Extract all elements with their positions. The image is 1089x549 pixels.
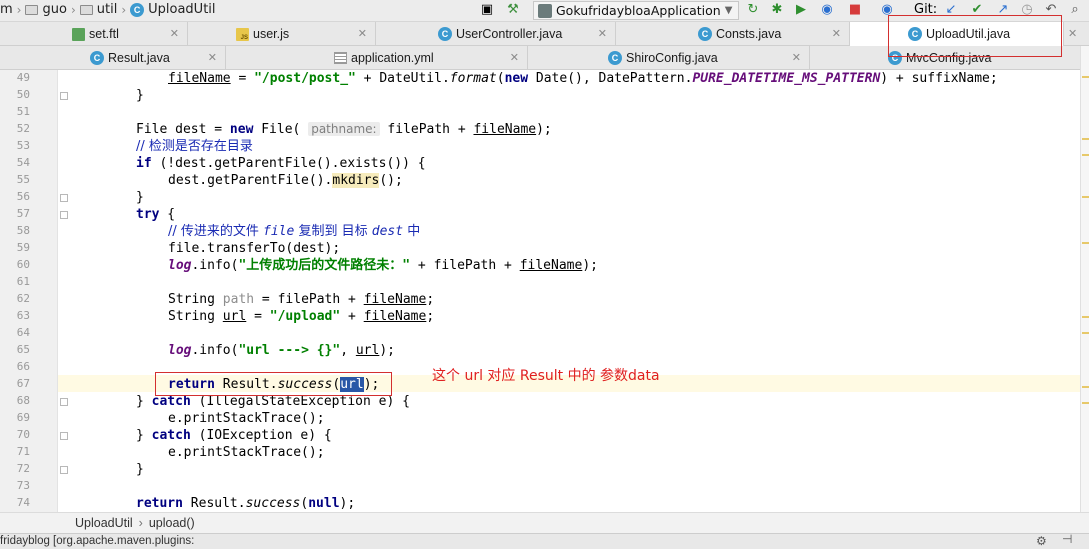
code-line-72: } [136,462,144,477]
breadcrumb-method[interactable]: upload() [149,516,195,530]
class-icon: C [438,27,452,41]
warning-marker[interactable] [1082,76,1089,78]
annotation-note: 这个 url 对应 Result 中的 参数data [432,368,660,384]
code-line-55: dest.getParentFile().mkdirs(); [168,173,403,188]
breadcrumb-class[interactable]: UploadUtil [75,516,133,530]
code-line-70: } catch (IOException e) { [136,428,332,443]
nav-crumb-guo[interactable]: guo [42,2,66,17]
tab-label: ShiroConfig.java [626,51,718,65]
code-line-59: file.transferTo(dest); [168,241,341,256]
ftl-file-icon [72,27,85,41]
chevron-right-icon: › [16,2,22,17]
warning-marker[interactable] [1082,386,1089,388]
nav-breadcrumb: m › guo › util › C UploadUtil [0,2,216,17]
active-tab-highlight-box [888,15,1062,57]
build-hammer-icon[interactable]: ⚒ [506,3,520,17]
warning-marker[interactable] [1082,402,1089,404]
tab-label: Consts.java [716,27,782,41]
folder-icon [79,4,93,15]
run-tool-window-header: fridayblog [org.apache.maven.plugins: ⚙ … [0,533,1089,549]
line-number: 64 [16,326,30,339]
close-icon[interactable]: ✕ [170,27,179,40]
class-icon: C [698,27,712,41]
yml-file-icon [334,52,347,64]
hide-window-icon[interactable]: ⊣ [1062,534,1072,546]
parameter-hint: pathname: [308,122,380,136]
tab-label: application.yml [351,51,434,65]
code-line-60: log.info("上传成功后的文件路径未：" + filePath + fil… [168,258,598,273]
close-icon[interactable]: ✕ [208,51,217,64]
warning-marker[interactable] [1082,154,1089,156]
line-number: 73 [16,479,30,492]
class-icon: C [90,51,104,65]
chevron-right-icon: › [70,2,76,17]
js-file-icon: JS [236,27,249,41]
rerun-icon[interactable]: ↻ [746,3,760,17]
line-number: 66 [16,360,30,373]
gear-icon[interactable]: ⚙ [1036,534,1047,548]
code-line-74: return Result.success(null); [136,496,356,511]
annotation-highlight-box [155,372,392,396]
class-icon: C [608,51,622,65]
code-line-53: // 检测是否存在目录 [136,139,253,154]
run-tool-window-title: fridayblog [org.apache.maven.plugins: [0,535,195,547]
code-line-50: } [136,88,144,103]
line-number: 61 [16,275,30,288]
close-icon[interactable]: ✕ [510,51,519,64]
line-number: 51 [16,105,30,118]
code-line-69: e.printStackTrace(); [168,411,325,426]
code-line-54: if (!dest.getParentFile().exists()) { [136,156,426,171]
code-line-52: File dest = new File( pathname: filePath… [136,122,552,137]
code-line-65: log.info("url ---> {}", url); [168,343,395,358]
code-editor[interactable]: 49 50 51 52 53 54 55 56 57 58 59 60 61 6… [0,70,1080,512]
code-line-62: String path = filePath + fileName; [168,292,435,307]
debug-bug-icon[interactable]: ✱ [770,3,784,17]
tab-set-ftl[interactable]: set.ftl ✕ [0,22,188,46]
tab-user-controller[interactable]: C UserController.java ✕ [376,22,616,46]
nav-crumb-util[interactable]: util [97,2,118,17]
code-line-71: e.printStackTrace(); [168,445,325,460]
tab-result[interactable]: C Result.java ✕ [0,46,226,70]
close-icon[interactable]: ✕ [1068,27,1077,40]
error-stripe[interactable] [1080,46,1089,512]
chevron-down-icon: ▼ [724,5,733,16]
spring-boot-icon [538,3,552,18]
warning-marker[interactable] [1082,196,1089,198]
breadcrumb-separator: › [138,516,143,530]
class-icon: C [130,2,145,17]
run-configuration-label: GokufridaybloaApplication [556,3,721,18]
profiler-icon[interactable]: ◉ [820,3,834,17]
tab-user-js[interactable]: JS user.js ✕ [188,22,376,46]
warning-marker[interactable] [1082,242,1089,244]
tab-label: set.ftl [89,27,119,41]
nav-crumb-root[interactable]: m [0,2,13,17]
close-icon[interactable]: ✕ [832,27,841,40]
tab-application-yml[interactable]: application.yml ✕ [226,46,528,70]
stop-icon[interactable]: ■ [848,3,862,17]
code-line-58: // 传进来的文件 file 复制到 目标 dest 中 [168,224,421,239]
search-icon[interactable]: ⌕ [1068,3,1082,17]
folder-icon [25,4,39,15]
nav-crumb-uploadutil[interactable]: UploadUtil [148,2,215,17]
run-window-icon[interactable]: ▣ [480,3,494,17]
warning-marker[interactable] [1082,332,1089,334]
warning-marker[interactable] [1082,138,1089,140]
tab-label: UserController.java [456,27,563,41]
close-icon[interactable]: ✕ [358,27,367,40]
tab-consts[interactable]: C Consts.java ✕ [616,22,850,46]
code-line-57: try { [136,207,176,222]
code-line-63: String url = "/upload" + fileName; [168,309,435,324]
close-icon[interactable]: ✕ [792,51,801,64]
code-line-49: fileName = "/post/post_" + DateUtil.form… [168,71,998,86]
code-breadcrumb-bar: UploadUtil › upload() [0,512,1089,533]
close-icon[interactable]: ✕ [598,27,607,40]
tab-label: user.js [253,27,290,41]
run-coverage-icon[interactable]: ▶ [794,3,808,17]
warning-marker[interactable] [1082,316,1089,318]
chevron-right-icon: › [121,2,127,17]
run-configuration-selector[interactable]: GokufridaybloaApplication ▼ [533,1,740,20]
tab-label: Result.java [108,51,170,65]
code-line-56: } [136,190,144,205]
tab-shiro-config[interactable]: C ShiroConfig.java ✕ [528,46,810,70]
